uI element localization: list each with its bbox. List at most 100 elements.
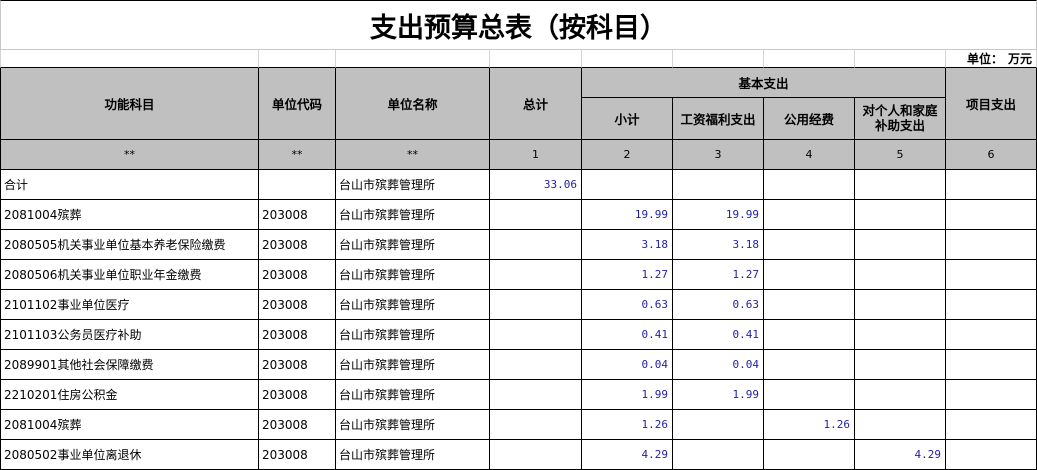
index-cell[interactable]: 4 <box>764 140 855 170</box>
function-subject-cell[interactable]: 合计 <box>0 170 259 200</box>
index-cell[interactable]: 1 <box>490 140 582 170</box>
wages-welfare-cell[interactable]: 3.18 <box>673 230 764 260</box>
project-expenditure-cell[interactable] <box>946 440 1037 470</box>
index-cell[interactable]: 3 <box>673 140 764 170</box>
header-wages-welfare[interactable]: 工资福利支出 <box>673 98 764 140</box>
header-public-funds[interactable]: 公用经费 <box>764 98 855 140</box>
unit-name-cell[interactable]: 台山市殡葬管理所 <box>336 410 490 440</box>
function-subject-cell[interactable]: 2080506机关事业单位职业年金缴费 <box>0 260 259 290</box>
empty-cell[interactable] <box>259 50 336 68</box>
header-basic-expenditure[interactable]: 基本支出 <box>582 68 946 98</box>
header-unit-code[interactable]: 单位代码 <box>259 68 336 140</box>
header-total[interactable]: 总计 <box>490 68 582 140</box>
subtotal-cell[interactable]: 1.99 <box>582 380 673 410</box>
unit-code-cell[interactable]: 203008 <box>259 320 336 350</box>
project-expenditure-cell[interactable] <box>946 290 1037 320</box>
public-funds-cell[interactable] <box>764 170 855 200</box>
index-cell[interactable]: 5 <box>855 140 946 170</box>
index-cell[interactable]: 6 <box>946 140 1037 170</box>
header-personal-family-subsidy[interactable]: 对个人和家庭补助支出 <box>855 98 946 140</box>
wages-welfare-cell[interactable]: 19.99 <box>673 200 764 230</box>
header-unit-name[interactable]: 单位名称 <box>336 68 490 140</box>
wages-welfare-cell[interactable]: 0.41 <box>673 320 764 350</box>
unit-name-cell[interactable]: 台山市殡葬管理所 <box>336 350 490 380</box>
function-subject-cell[interactable]: 2081004殡葬 <box>0 410 259 440</box>
function-subject-cell[interactable]: 2080502事业单位离退休 <box>0 440 259 470</box>
public-funds-cell[interactable] <box>764 350 855 380</box>
sheet-title[interactable]: 支出预算总表（按科目） <box>0 0 1037 50</box>
function-subject-cell[interactable]: 2089901其他社会保障缴费 <box>0 350 259 380</box>
wages-welfare-cell[interactable] <box>673 440 764 470</box>
unit-code-cell[interactable] <box>259 170 336 200</box>
subtotal-cell[interactable]: 4.29 <box>582 440 673 470</box>
unit-name-cell[interactable]: 台山市殡葬管理所 <box>336 200 490 230</box>
subtotal-cell[interactable]: 19.99 <box>582 200 673 230</box>
empty-cell[interactable] <box>0 50 259 68</box>
total-cell[interactable] <box>490 290 582 320</box>
unit-name-cell[interactable]: 台山市殡葬管理所 <box>336 440 490 470</box>
index-cell[interactable]: ** <box>0 140 259 170</box>
unit-code-cell[interactable]: 203008 <box>259 290 336 320</box>
unit-code-cell[interactable]: 203008 <box>259 410 336 440</box>
unit-cell[interactable]: 单位： 万元 <box>946 50 1037 68</box>
total-cell[interactable] <box>490 350 582 380</box>
public-funds-cell[interactable] <box>764 200 855 230</box>
empty-cell[interactable] <box>490 50 582 68</box>
wages-welfare-cell[interactable] <box>673 170 764 200</box>
total-cell[interactable] <box>490 410 582 440</box>
public-funds-cell[interactable] <box>764 260 855 290</box>
header-project-expenditure[interactable]: 项目支出 <box>946 68 1037 140</box>
subtotal-cell[interactable]: 0.04 <box>582 350 673 380</box>
project-expenditure-cell[interactable] <box>946 410 1037 440</box>
index-cell[interactable]: 2 <box>582 140 673 170</box>
function-subject-cell[interactable]: 2101103公务员医疗补助 <box>0 320 259 350</box>
wages-welfare-cell[interactable]: 1.99 <box>673 380 764 410</box>
personal-family-subsidy-cell[interactable] <box>855 380 946 410</box>
subtotal-cell[interactable]: 1.27 <box>582 260 673 290</box>
public-funds-cell[interactable] <box>764 380 855 410</box>
personal-family-subsidy-cell[interactable] <box>855 230 946 260</box>
function-subject-cell[interactable]: 2081004殡葬 <box>0 200 259 230</box>
personal-family-subsidy-cell[interactable] <box>855 350 946 380</box>
project-expenditure-cell[interactable] <box>946 170 1037 200</box>
project-expenditure-cell[interactable] <box>946 320 1037 350</box>
subtotal-cell[interactable]: 1.26 <box>582 410 673 440</box>
public-funds-cell[interactable] <box>764 320 855 350</box>
header-subtotal[interactable]: 小计 <box>582 98 673 140</box>
personal-family-subsidy-cell[interactable] <box>855 200 946 230</box>
unit-code-cell[interactable]: 203008 <box>259 260 336 290</box>
subtotal-cell[interactable]: 0.41 <box>582 320 673 350</box>
empty-cell[interactable] <box>764 50 855 68</box>
project-expenditure-cell[interactable] <box>946 230 1037 260</box>
wages-welfare-cell[interactable] <box>673 410 764 440</box>
personal-family-subsidy-cell[interactable] <box>855 290 946 320</box>
total-cell[interactable] <box>490 440 582 470</box>
total-cell[interactable] <box>490 320 582 350</box>
header-function-subject[interactable]: 功能科目 <box>0 68 259 140</box>
unit-code-cell[interactable]: 203008 <box>259 200 336 230</box>
unit-name-cell[interactable]: 台山市殡葬管理所 <box>336 320 490 350</box>
personal-family-subsidy-cell[interactable] <box>855 260 946 290</box>
empty-cell[interactable] <box>855 50 946 68</box>
unit-code-cell[interactable]: 203008 <box>259 350 336 380</box>
personal-family-subsidy-cell[interactable] <box>855 320 946 350</box>
wages-welfare-cell[interactable]: 1.27 <box>673 260 764 290</box>
total-cell[interactable] <box>490 380 582 410</box>
personal-family-subsidy-cell[interactable] <box>855 410 946 440</box>
total-cell[interactable] <box>490 230 582 260</box>
total-cell[interactable]: 33.06 <box>490 170 582 200</box>
unit-name-cell[interactable]: 台山市殡葬管理所 <box>336 230 490 260</box>
project-expenditure-cell[interactable] <box>946 350 1037 380</box>
public-funds-cell[interactable]: 1.26 <box>764 410 855 440</box>
unit-code-cell[interactable]: 203008 <box>259 230 336 260</box>
public-funds-cell[interactable] <box>764 440 855 470</box>
unit-name-cell[interactable]: 台山市殡葬管理所 <box>336 380 490 410</box>
public-funds-cell[interactable] <box>764 290 855 320</box>
total-cell[interactable] <box>490 200 582 230</box>
empty-cell[interactable] <box>336 50 490 68</box>
index-cell[interactable]: ** <box>336 140 490 170</box>
unit-code-cell[interactable]: 203008 <box>259 380 336 410</box>
unit-name-cell[interactable]: 台山市殡葬管理所 <box>336 290 490 320</box>
function-subject-cell[interactable]: 2080505机关事业单位基本养老保险缴费 <box>0 230 259 260</box>
project-expenditure-cell[interactable] <box>946 200 1037 230</box>
